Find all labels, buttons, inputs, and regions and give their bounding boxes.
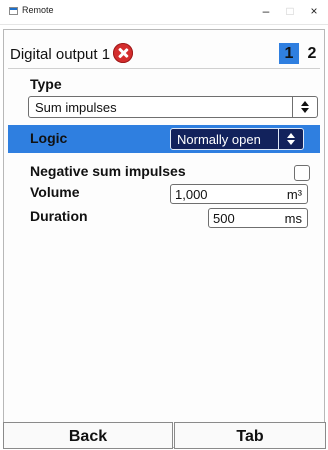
volume-input[interactable]: 1,000 m³ <box>170 184 308 204</box>
minimize-button[interactable]: – <box>255 1 277 21</box>
window-title: Remote <box>22 5 54 15</box>
close-button[interactable]: × <box>303 1 325 21</box>
type-label: Type <box>30 76 62 92</box>
updown-arrows-icon <box>292 97 317 117</box>
error-icon <box>113 43 133 63</box>
negative-sum-label: Negative sum impulses <box>30 163 186 179</box>
duration-value: 500 <box>213 211 235 226</box>
updown-arrows-icon <box>278 129 303 149</box>
header-divider <box>8 68 320 69</box>
window-titlebar: Remote – □ × <box>0 0 328 25</box>
logic-select[interactable]: Normally open <box>170 128 304 150</box>
volume-label: Volume <box>30 184 80 200</box>
logic-label: Logic <box>30 130 68 146</box>
app-window-icon <box>9 7 18 15</box>
device-screen: Digital output 1 1 2 Type Sum impulses L… <box>3 29 326 449</box>
duration-input[interactable]: 500 ms <box>208 208 308 228</box>
type-select[interactable]: Sum impulses <box>28 96 318 118</box>
tab-1[interactable]: 1 <box>279 43 299 64</box>
maximize-button[interactable]: □ <box>279 1 301 21</box>
volume-value: 1,000 <box>175 187 208 202</box>
type-select-value: Sum impulses <box>35 100 117 115</box>
volume-unit: m³ <box>286 187 302 202</box>
back-button[interactable]: Back <box>3 422 173 449</box>
logic-select-value: Normally open <box>177 132 261 147</box>
page-title: Digital output 1 <box>10 46 111 63</box>
negative-sum-checkbox[interactable] <box>294 165 310 181</box>
duration-label: Duration <box>30 208 88 224</box>
duration-unit: ms <box>284 211 302 226</box>
tab-2[interactable]: 2 <box>302 43 322 64</box>
tab-button[interactable]: Tab <box>174 422 326 449</box>
